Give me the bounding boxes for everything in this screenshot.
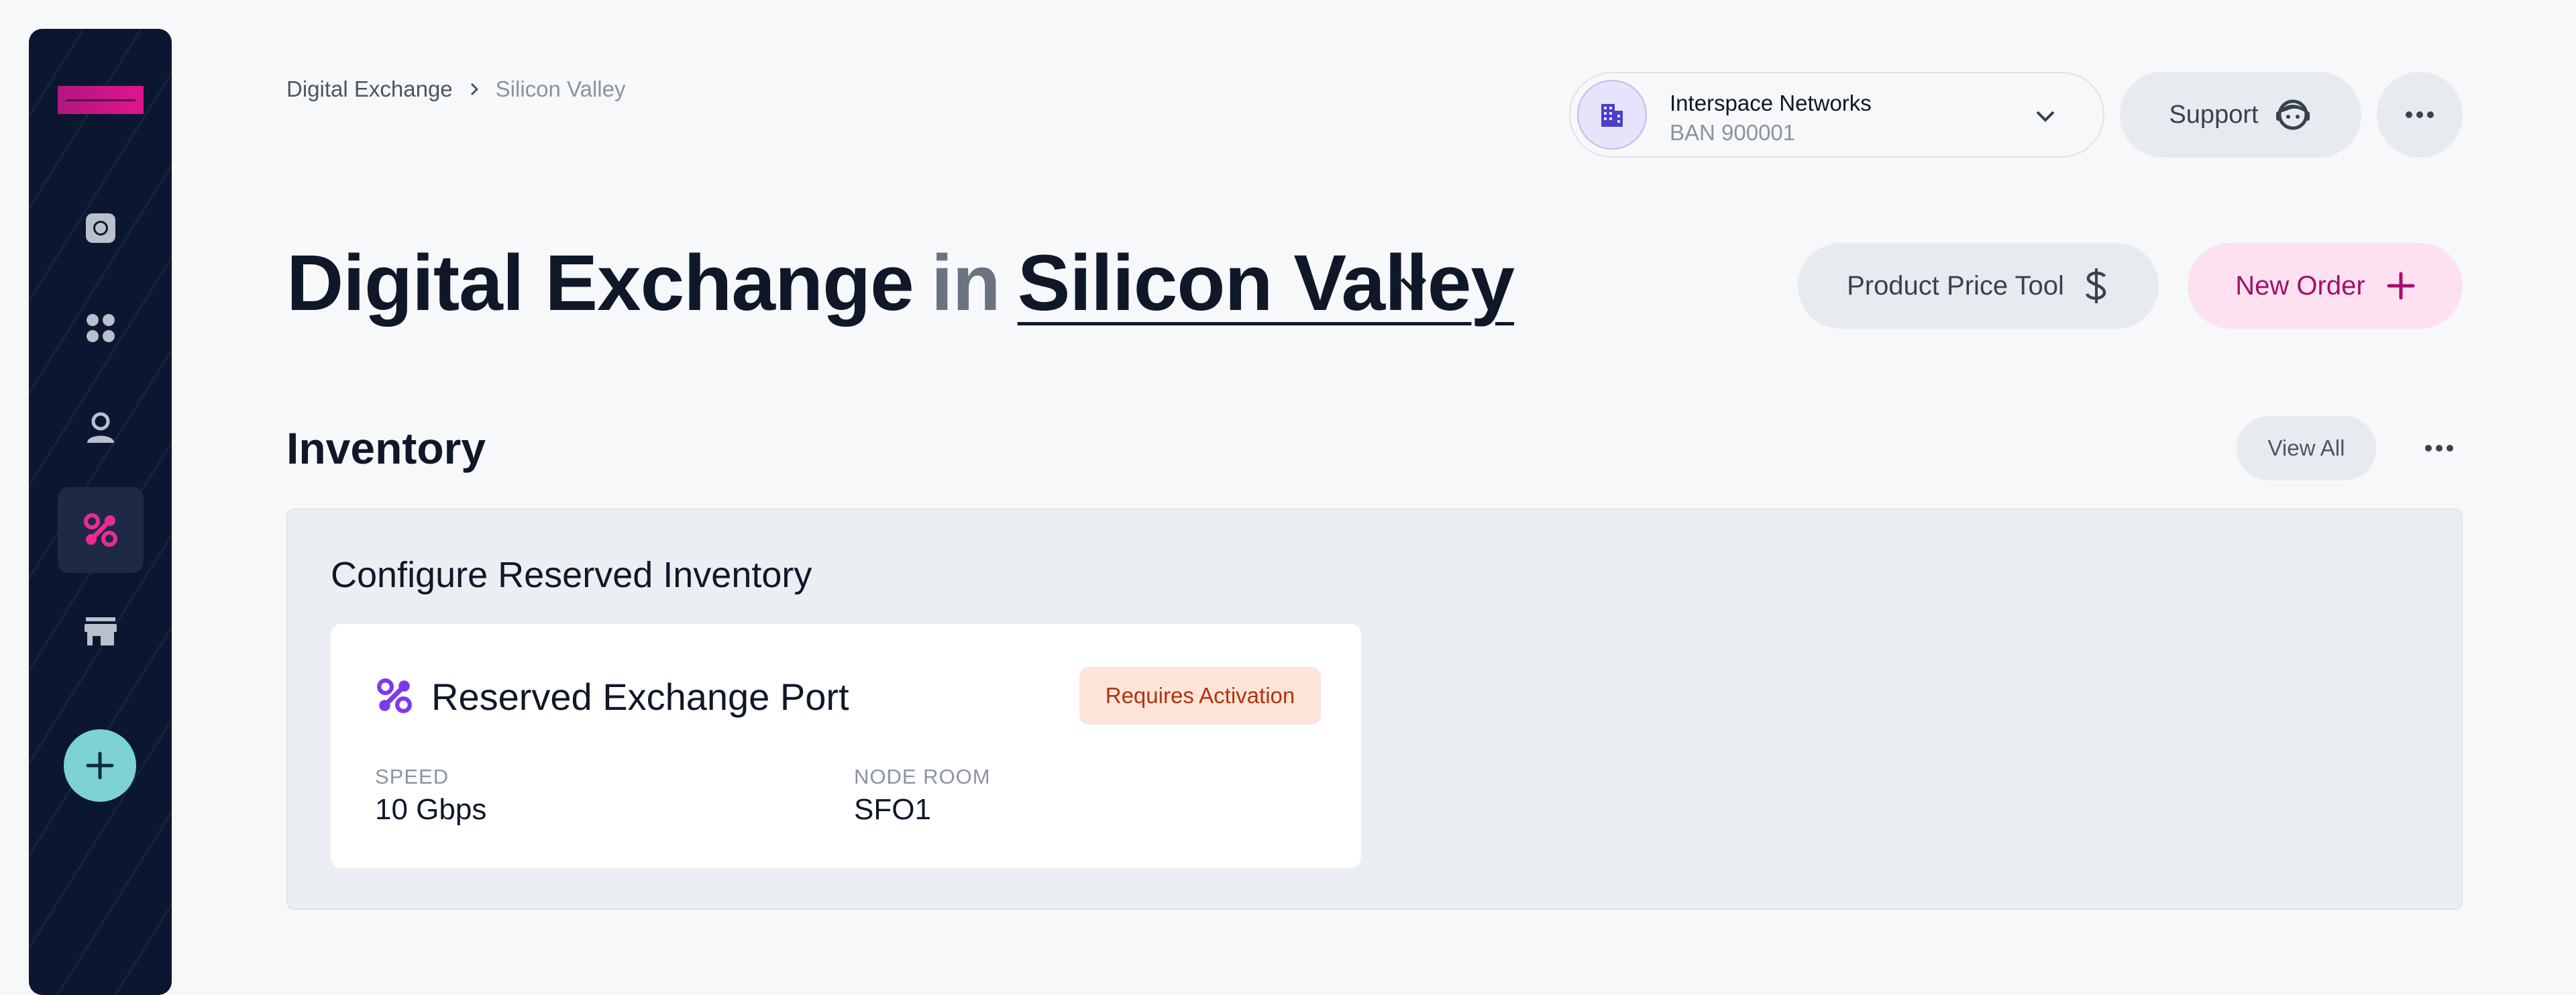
more-options-button[interactable] — [2377, 72, 2463, 158]
new-order-label: New Order — [2235, 270, 2365, 301]
inventory-card[interactable]: Reserved Exchange Port Requires Activati… — [331, 624, 1361, 868]
exchange-icon — [377, 678, 412, 713]
breadcrumb-item-exchange[interactable]: Digital Exchange — [286, 76, 453, 102]
plus-icon — [2387, 272, 2415, 300]
product-price-tool-button[interactable]: Product Price Tool — [1798, 243, 2159, 329]
inventory-section-title: Inventory — [286, 423, 486, 473]
account-name: Interspace Networks — [1670, 91, 1872, 115]
account-ban: BAN 900001 — [1670, 120, 1796, 145]
status-badge: Requires Activation — [1079, 667, 1321, 725]
support-agent-icon — [2275, 99, 2310, 130]
view-all-button[interactable]: View All — [2237, 416, 2376, 480]
field-value-speed: 10 Gbps — [375, 793, 487, 826]
more-horizontal-icon — [2406, 111, 2434, 118]
chevron-down-icon — [2036, 111, 2055, 122]
exchange-icon — [84, 513, 117, 547]
reserved-inventory-title: Configure Reserved Inventory — [331, 555, 812, 595]
more-horizontal-icon — [2425, 445, 2453, 452]
page-title-main: Digital Exchange — [286, 239, 914, 327]
breadcrumb-item-location: Silicon Valley — [495, 76, 626, 101]
inventory-more-button[interactable] — [2412, 421, 2466, 475]
location-selector[interactable]: Silicon Valley — [1018, 238, 1515, 329]
building-icon — [1577, 80, 1647, 150]
support-label: Support — [2169, 100, 2259, 129]
field-label-node-room: NODE ROOM — [854, 765, 991, 788]
sidebar-item-users[interactable] — [58, 385, 144, 471]
user-icon — [87, 412, 114, 443]
store-icon — [85, 617, 117, 645]
new-order-button[interactable]: New Order — [2188, 243, 2463, 329]
chevron-down-icon[interactable] — [1397, 268, 1430, 302]
sidebar-item-dashboard[interactable] — [58, 185, 144, 271]
breadcrumb: Digital Exchange Silicon Valley — [286, 76, 625, 102]
record-icon — [86, 213, 115, 243]
brand-logo[interactable] — [58, 86, 144, 114]
account-selector[interactable]: Interspace Networks BAN 900001 — [1569, 72, 2104, 158]
page-title: Digital Exchange in Silicon Valley — [286, 238, 1515, 329]
add-button[interactable] — [64, 729, 136, 802]
support-button[interactable]: Support — [2120, 72, 2361, 158]
sidebar — [29, 29, 172, 995]
sidebar-item-marketplace[interactable] — [58, 588, 144, 674]
reserved-inventory-panel: Configure Reserved Inventory Reserved Ex… — [286, 509, 2463, 910]
chevron-right-icon — [470, 83, 478, 96]
dollar-icon — [2085, 268, 2106, 303]
sidebar-item-apps[interactable] — [58, 285, 144, 371]
grid-dots-icon — [87, 314, 115, 342]
field-value-node-room: SFO1 — [854, 793, 931, 826]
product-price-tool-label: Product Price Tool — [1847, 270, 2064, 301]
page-title-connector: in — [930, 239, 1001, 327]
inventory-card-title: Reserved Exchange Port — [431, 676, 849, 718]
plus-icon — [86, 751, 114, 780]
sidebar-item-exchange[interactable] — [58, 487, 144, 573]
field-label-speed: SPEED — [375, 765, 449, 788]
